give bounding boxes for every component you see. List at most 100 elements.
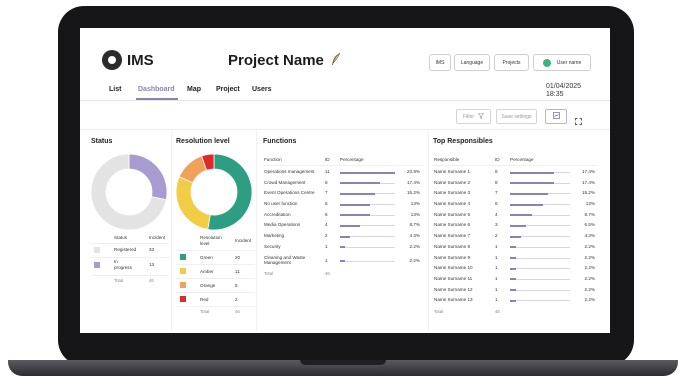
responsibles-id: 1	[495, 265, 498, 271]
functions-col-percentage: Percentage	[340, 157, 364, 162]
percentage-bar-fill	[510, 235, 521, 238]
status-slice-0[interactable]	[128, 153, 168, 201]
functions-name: Cleaning and Waste Management	[264, 254, 306, 265]
legend-swatch-orange	[180, 282, 186, 288]
responsibles-header-divider	[433, 165, 598, 166]
resolution-value: 5	[235, 283, 238, 288]
percentage-bar-track	[340, 192, 395, 195]
responsibles-name: Name Surname 3	[434, 190, 471, 196]
table-row: Total 46	[91, 275, 169, 285]
row-divider	[176, 278, 255, 279]
responsibles-percentage: 13%	[585, 201, 595, 207]
percentage-bar-track	[510, 289, 570, 292]
ims-button[interactable]: IMS	[429, 54, 451, 71]
percentage-bar-fill	[510, 289, 516, 292]
row-divider	[91, 257, 169, 258]
responsibles-id: 3	[495, 222, 498, 228]
table-row: Name Surname 9 1 2.2%	[433, 254, 598, 265]
resolution-incident-header: Incident	[235, 238, 252, 243]
nav-divider	[80, 100, 610, 101]
percentage-bar-fill	[510, 182, 554, 185]
legend-swatch-registered	[94, 247, 100, 253]
responsibles-percentage: 17.4%	[581, 179, 595, 185]
percentage-bar-fill	[340, 260, 345, 262]
responsibles-percentage: 2.2%	[584, 243, 595, 249]
functions-id: 4	[325, 222, 328, 228]
functions-name: Media Operations	[264, 222, 301, 228]
tab-dashboard[interactable]: Dashboard	[138, 86, 175, 93]
eye-logo-icon	[102, 50, 122, 70]
functions-percentage: 8.7%	[409, 222, 420, 228]
table-row: Name Surname 13 1 2.2%	[433, 296, 598, 307]
fullscreen-icon[interactable]	[575, 112, 582, 130]
projects-button[interactable]: Projects	[494, 54, 529, 71]
language-button[interactable]: Language	[454, 54, 490, 71]
table-row: Amber 11	[176, 264, 255, 278]
table-row: Green 20	[176, 250, 255, 264]
percentage-bar-fill	[510, 203, 543, 206]
percentage-bar-fill	[510, 214, 532, 217]
percentage-bar-fill	[340, 171, 395, 174]
functions-name: Event Operations Centre	[264, 190, 315, 196]
percentage-bar-track	[510, 182, 570, 185]
percentage-bar-track	[510, 299, 570, 302]
row-divider	[91, 275, 169, 276]
active-tab-indicator	[136, 98, 178, 100]
responsibles-name: Name Surname 1	[434, 169, 471, 174]
table-row: Operations management 11 23.9%	[263, 168, 423, 179]
user-menu-button[interactable]: User name	[533, 54, 591, 71]
functions-percentage: 23.9%	[406, 169, 420, 174]
functions-id: 11	[325, 169, 330, 174]
percentage-bar-track	[340, 203, 395, 206]
panel-divider-1	[171, 131, 172, 331]
functions-total-label: Total	[264, 271, 274, 277]
responsibles-name: Name Surname 9	[434, 254, 471, 260]
responsibles-panel-title: Top Responsibles	[433, 138, 493, 145]
responsibles-table: Name Surname 1 8 17.4% Name Surname 2 8 17.4%…	[433, 168, 598, 315]
resolution-label: Orange	[200, 283, 216, 288]
row-divider	[91, 243, 169, 244]
filter-button[interactable]: Filter	[456, 109, 491, 124]
brand-name: IMS	[127, 52, 154, 69]
functions-id: 7	[325, 190, 328, 196]
tab-map[interactable]: Map	[187, 86, 201, 93]
percentage-bar-fill	[510, 224, 526, 227]
resolution-slice-1[interactable]	[175, 176, 211, 230]
export-icon	[552, 112, 560, 121]
row-divider	[176, 250, 255, 251]
tab-project[interactable]: Project	[216, 86, 240, 93]
responsibles-name: Name Surname 5	[434, 211, 471, 217]
export-button[interactable]	[545, 109, 567, 124]
responsibles-percentage: 15.2%	[581, 190, 595, 196]
responsibles-percentage: 2.2%	[584, 265, 595, 271]
responsibles-percentage: 2.2%	[584, 297, 595, 303]
ims-button-label: IMS	[435, 59, 445, 66]
responsibles-name: Name Surname 6	[434, 222, 471, 228]
percentage-bar-fill	[340, 224, 360, 227]
current-time: 18:35	[546, 91, 564, 98]
feather-icon	[331, 52, 341, 70]
functions-header-divider	[263, 165, 423, 166]
resolution-panel-title: Resolution level	[176, 138, 230, 145]
responsibles-col-name: Responsible	[434, 157, 460, 162]
percentage-bar-track	[510, 203, 570, 206]
status-value: 33	[149, 247, 155, 252]
resolution-slice-2[interactable]	[178, 155, 208, 184]
responsibles-id: 1	[495, 243, 498, 249]
percentage-bar-fill	[510, 246, 516, 249]
responsibles-name: Name Surname 7	[434, 233, 471, 239]
responsibles-name: Name Surname 10	[434, 265, 473, 271]
save-settings-button[interactable]: Save settings	[496, 109, 537, 124]
resolution-label: Green	[200, 255, 213, 260]
percentage-bar-track	[510, 214, 570, 217]
percentage-bar-fill	[340, 235, 350, 238]
legend-swatch-amber	[180, 268, 186, 274]
responsibles-name: Name Surname 8	[434, 243, 471, 249]
functions-percentage: 2.2%	[409, 257, 420, 263]
functions-name: No user function	[264, 201, 298, 207]
responsibles-percentage: 8.7%	[584, 211, 595, 217]
tab-list[interactable]: List	[109, 86, 121, 93]
page-title: Project Name	[228, 52, 341, 70]
table-row: Name Surname 11 1 2.2%	[433, 275, 598, 286]
tab-users[interactable]: Users	[252, 86, 271, 93]
